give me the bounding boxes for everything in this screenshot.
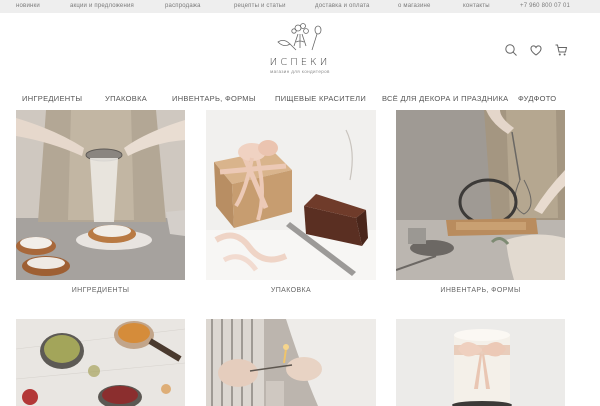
nav-item-decor[interactable]: ВСЁ ДЛЯ ДЕКОРА И ПРАЗДНИКА: [382, 94, 508, 104]
category-image-tools: [396, 110, 565, 280]
category-image-food-photo: [396, 319, 565, 406]
logo-tagline: магазин для кондитеров: [270, 69, 330, 74]
category-caption-ingredients[interactable]: ИНГРЕДИЕНТЫ: [16, 287, 185, 294]
category-tile-decor[interactable]: [206, 319, 376, 406]
logo-mark-icon: [277, 23, 322, 51]
heart-icon[interactable]: [529, 43, 543, 57]
category-caption-packaging[interactable]: УПАКОВКА: [206, 287, 376, 294]
topbar-link-about[interactable]: о магазине: [398, 2, 431, 10]
nav-item-food-coloring[interactable]: ПИЩЕВЫЕ КРАСИТЕЛИ: [275, 94, 366, 104]
category-tile-packaging[interactable]: [206, 110, 376, 280]
category-caption-tools[interactable]: ИНВЕНТАРЬ, ФОРМЫ: [396, 287, 565, 294]
nav-item-packaging[interactable]: УПАКОВКА: [105, 94, 147, 104]
topbar-phone[interactable]: +7 960 800 07 01: [520, 2, 570, 10]
category-image-packaging: [206, 110, 376, 280]
topbar-link-recipes[interactable]: рецепты и статьи: [234, 2, 286, 10]
category-image-food-coloring: [16, 319, 185, 406]
nav-item-tools[interactable]: ИНВЕНТАРЬ, ФОРМЫ: [172, 94, 256, 104]
topbar-link-new[interactable]: новинки: [16, 2, 40, 10]
category-image-ingredients: [16, 110, 185, 280]
cart-icon[interactable]: [554, 43, 568, 57]
topbar-link-delivery[interactable]: доставка и оплата: [315, 2, 370, 10]
topbar-link-sale[interactable]: распродажа: [165, 2, 201, 10]
nav-item-food-photo[interactable]: ФУДФОТО: [518, 94, 556, 104]
nav-item-ingredients[interactable]: ИНГРЕДИЕНТЫ: [22, 94, 82, 104]
main-nav: ИНГРЕДИЕНТЫ УПАКОВКА ИНВЕНТАРЬ, ФОРМЫ ПИ…: [0, 92, 600, 106]
category-image-decor: [206, 319, 376, 406]
category-tile-food-photo[interactable]: [396, 319, 565, 406]
category-tile-food-coloring[interactable]: [16, 319, 185, 406]
topbar-link-contacts[interactable]: контакты: [463, 2, 490, 10]
category-tile-ingredients[interactable]: [16, 110, 185, 280]
logo-name: ИСПЕКИ: [269, 57, 331, 68]
top-utility-bar: новинки акции и предложения распродажа р…: [0, 0, 600, 13]
site-logo[interactable]: ИСПЕКИ магазин для кондитеров: [250, 20, 350, 80]
topbar-link-promotions[interactable]: акции и предложения: [70, 2, 134, 10]
search-icon[interactable]: [504, 43, 518, 57]
category-tile-tools[interactable]: [396, 110, 565, 280]
